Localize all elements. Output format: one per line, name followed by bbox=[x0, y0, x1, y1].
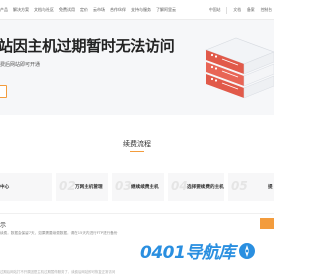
icp-link[interactable]: 备案 bbox=[247, 6, 255, 14]
server-rack-illustration bbox=[205, 37, 274, 99]
step-label: 提 bbox=[268, 185, 273, 190]
step-number: 03 bbox=[115, 179, 132, 193]
step-label: 选择要续费的主机 bbox=[187, 185, 224, 190]
page-title: 站因主机过期暂时无法访问 bbox=[0, 37, 175, 55]
nav-item-products[interactable]: 产品 bbox=[0, 6, 8, 16]
region-link[interactable]: 中国站 bbox=[209, 6, 220, 14]
step-label: 继续续费主机 bbox=[131, 185, 159, 190]
watermark: 0401导航库 bbox=[140, 238, 256, 263]
nav-item-marketplace[interactable]: 云市场 bbox=[93, 6, 105, 16]
step-2: 02 万网主机管理 bbox=[56, 173, 108, 201]
watermark-text: 0401导航库 bbox=[140, 243, 235, 263]
tips-text: 续费，数据会保留7天，如果需要续费数据，请在15天内进行FTP进行备份 bbox=[0, 231, 118, 235]
step-label: 中心 bbox=[0, 185, 10, 190]
step-number: 04 bbox=[171, 179, 188, 193]
tips-title: 示 bbox=[0, 222, 7, 229]
nav-item-free-trial[interactable]: 免费试用 bbox=[59, 6, 75, 16]
divider bbox=[226, 6, 228, 14]
hero-subtitle: 费后网站即可开通 bbox=[0, 62, 41, 68]
navigation-compass-icon bbox=[238, 242, 255, 259]
step-3: 03 继续续费主机 bbox=[112, 173, 164, 201]
step-label: 万网主机管理 bbox=[75, 185, 103, 190]
tips-footnote: 过期后网站打不开原因是主机过期暂停服务了，续费后网站即可恢复正常访问 bbox=[0, 270, 116, 274]
top-right-links: 中国站 文档 备案 控制台 bbox=[209, 6, 272, 14]
nav-item-docs[interactable]: 文档与社区 bbox=[34, 6, 54, 16]
step-number: 05 bbox=[231, 179, 248, 193]
console-link[interactable]: 控制台 bbox=[261, 6, 272, 14]
top-navigation-bar: 产品 解决方案 文档与社区 免费试用 定价 云市场 合作伙伴 支持与服务 了解阿… bbox=[0, 0, 274, 20]
hero-banner: 站因主机过期暂时无法访问 费后网站即可开通 bbox=[0, 20, 274, 115]
renew-button[interactable] bbox=[0, 85, 7, 98]
step-5: 05 提 bbox=[228, 173, 274, 201]
main-nav: 产品 解决方案 文档与社区 免费试用 定价 云市场 合作伙伴 支持与服务 了解阿… bbox=[0, 6, 176, 16]
nav-item-support[interactable]: 支持与服务 bbox=[131, 6, 151, 16]
step-4: 04 选择要续费的主机 bbox=[168, 173, 224, 201]
process-title: 续费流程 bbox=[123, 140, 151, 148]
nav-item-partners[interactable]: 合作伙伴 bbox=[110, 6, 126, 16]
step-1: 中心 bbox=[0, 173, 52, 201]
nav-item-solutions[interactable]: 解决方案 bbox=[13, 6, 29, 16]
docs-link[interactable]: 文档 bbox=[233, 6, 241, 14]
step-number: 02 bbox=[59, 179, 76, 193]
process-steps: 中心 02 万网主机管理 03 继续续费主机 04 选择要续费的主机 05 提 bbox=[0, 173, 274, 201]
nav-item-pricing[interactable]: 定价 bbox=[80, 6, 88, 16]
title-underline bbox=[130, 151, 144, 152]
side-tab[interactable] bbox=[260, 218, 274, 229]
nav-item-about[interactable]: 了解阿里云 bbox=[156, 6, 176, 16]
